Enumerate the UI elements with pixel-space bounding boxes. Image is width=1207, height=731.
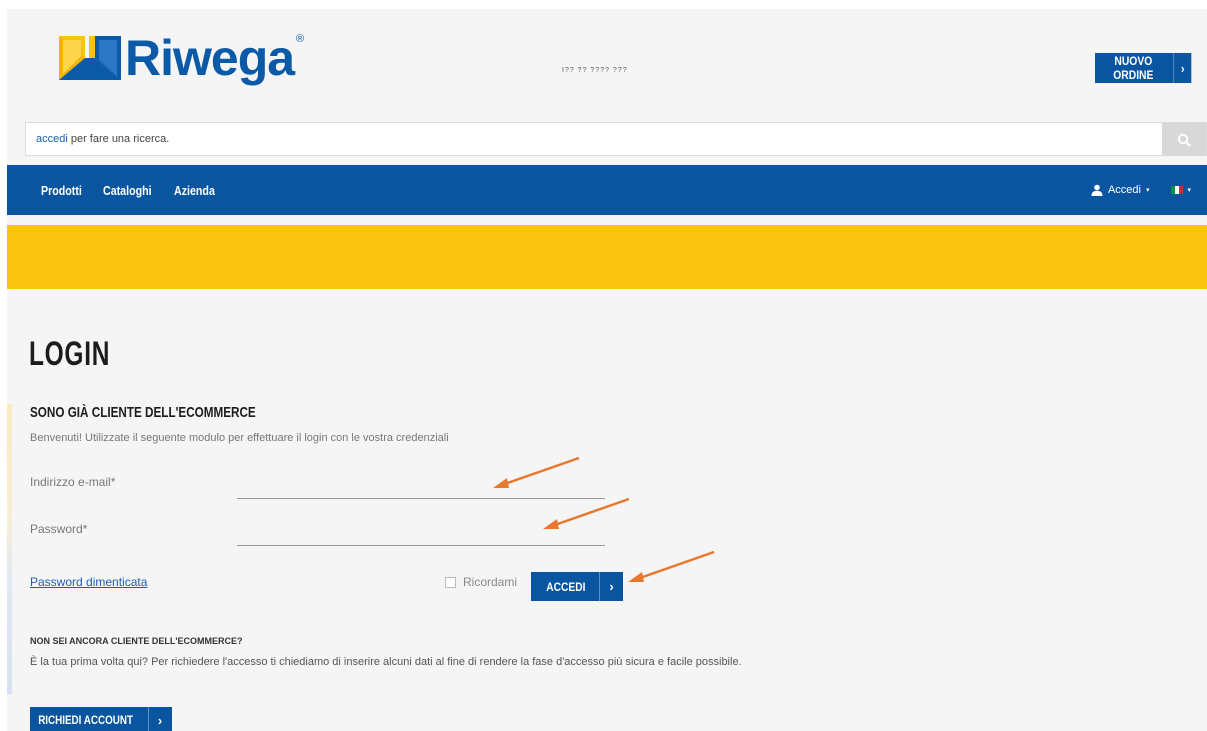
forgot-password-link[interactable]: Password dimenticata bbox=[30, 575, 147, 589]
login-submit-label: ACCEDI bbox=[546, 579, 586, 594]
user-icon bbox=[1091, 184, 1103, 196]
new-customer-heading: NON SEI ANCORA CLIENTE DELL'ECOMMERCE? bbox=[30, 636, 243, 646]
chevron-right-icon: › bbox=[599, 572, 623, 601]
login-dropdown[interactable]: Accedi ▾ bbox=[1091, 184, 1150, 196]
email-label: Indirizzo e-mail* bbox=[30, 475, 116, 489]
nav-item-cataloghi[interactable]: Cataloghi bbox=[103, 183, 152, 198]
page-title: LOGIN bbox=[29, 335, 111, 373]
caret-down-icon: ▾ bbox=[1187, 187, 1191, 194]
search-login-link[interactable]: accedi bbox=[36, 133, 68, 145]
new-order-button[interactable]: NUOVO ORDINE › bbox=[1095, 53, 1192, 83]
promo-banner bbox=[7, 225, 1207, 289]
existing-customer-heading: SONO GIÀ CLIENTE DELL'ECOMMERCE bbox=[30, 404, 256, 421]
logo-wordmark: Riwega bbox=[125, 30, 295, 86]
search-button[interactable] bbox=[1162, 123, 1206, 156]
caret-down-icon: ▾ bbox=[1145, 187, 1150, 194]
registered-mark: ® bbox=[295, 33, 305, 45]
login-intro-text: Benvenuti! Utilizzate il seguente modulo… bbox=[30, 432, 449, 444]
chevron-right-icon: › bbox=[147, 707, 172, 731]
annotation-arrow-icon bbox=[543, 497, 630, 529]
request-account-button[interactable]: RICHIEDI ACCOUNT › bbox=[30, 707, 172, 731]
annotation-arrow-icon bbox=[493, 456, 580, 488]
banner-partial-text: I?? ?? ???? ??? bbox=[562, 67, 628, 74]
riwega-logo[interactable]: Riwega ® bbox=[59, 23, 304, 93]
nav-item-azienda[interactable]: Azienda bbox=[174, 183, 215, 198]
nav-right: Accedi ▾ ▾ bbox=[1091, 165, 1191, 215]
remember-me-checkbox[interactable] bbox=[445, 576, 456, 588]
new-customer-text: È la tua prima volta qui? Per richiedere… bbox=[30, 656, 742, 668]
main-navbar: Prodotti Cataloghi Azienda Accedi ▾ ▾ bbox=[7, 165, 1207, 215]
login-submit-button[interactable]: ACCEDI › bbox=[531, 572, 624, 601]
search-placeholder: accedi per fare una ricerca. bbox=[26, 133, 169, 145]
italian-flag-icon bbox=[1171, 186, 1184, 194]
new-order-label: NUOVO ORDINE bbox=[1113, 54, 1154, 82]
request-account-label: RICHIEDI ACCOUNT bbox=[38, 713, 133, 727]
nav-item-prodotti[interactable]: Prodotti bbox=[41, 183, 82, 198]
search-hint-text: per fare una ricerca. bbox=[67, 133, 170, 145]
language-selector[interactable]: ▾ bbox=[1171, 186, 1191, 194]
page: Riwega ® NUOVO ORDINE › accedi per fare … bbox=[7, 9, 1207, 731]
riwega-logo-mark-icon bbox=[59, 36, 121, 80]
password-label: Password* bbox=[30, 522, 88, 536]
remember-me[interactable]: Ricordami bbox=[445, 575, 517, 589]
annotation-arrow-icon bbox=[628, 550, 715, 582]
login-dropdown-label: Accedi bbox=[1107, 184, 1141, 196]
search-bar[interactable]: accedi per fare una ricerca. bbox=[25, 122, 1207, 156]
side-decoration bbox=[7, 404, 12, 694]
search-icon bbox=[1177, 133, 1191, 147]
nav-menu: Prodotti Cataloghi Azienda bbox=[41, 165, 216, 215]
chevron-right-icon: › bbox=[1173, 53, 1191, 83]
remember-me-label: Ricordami bbox=[463, 575, 518, 589]
